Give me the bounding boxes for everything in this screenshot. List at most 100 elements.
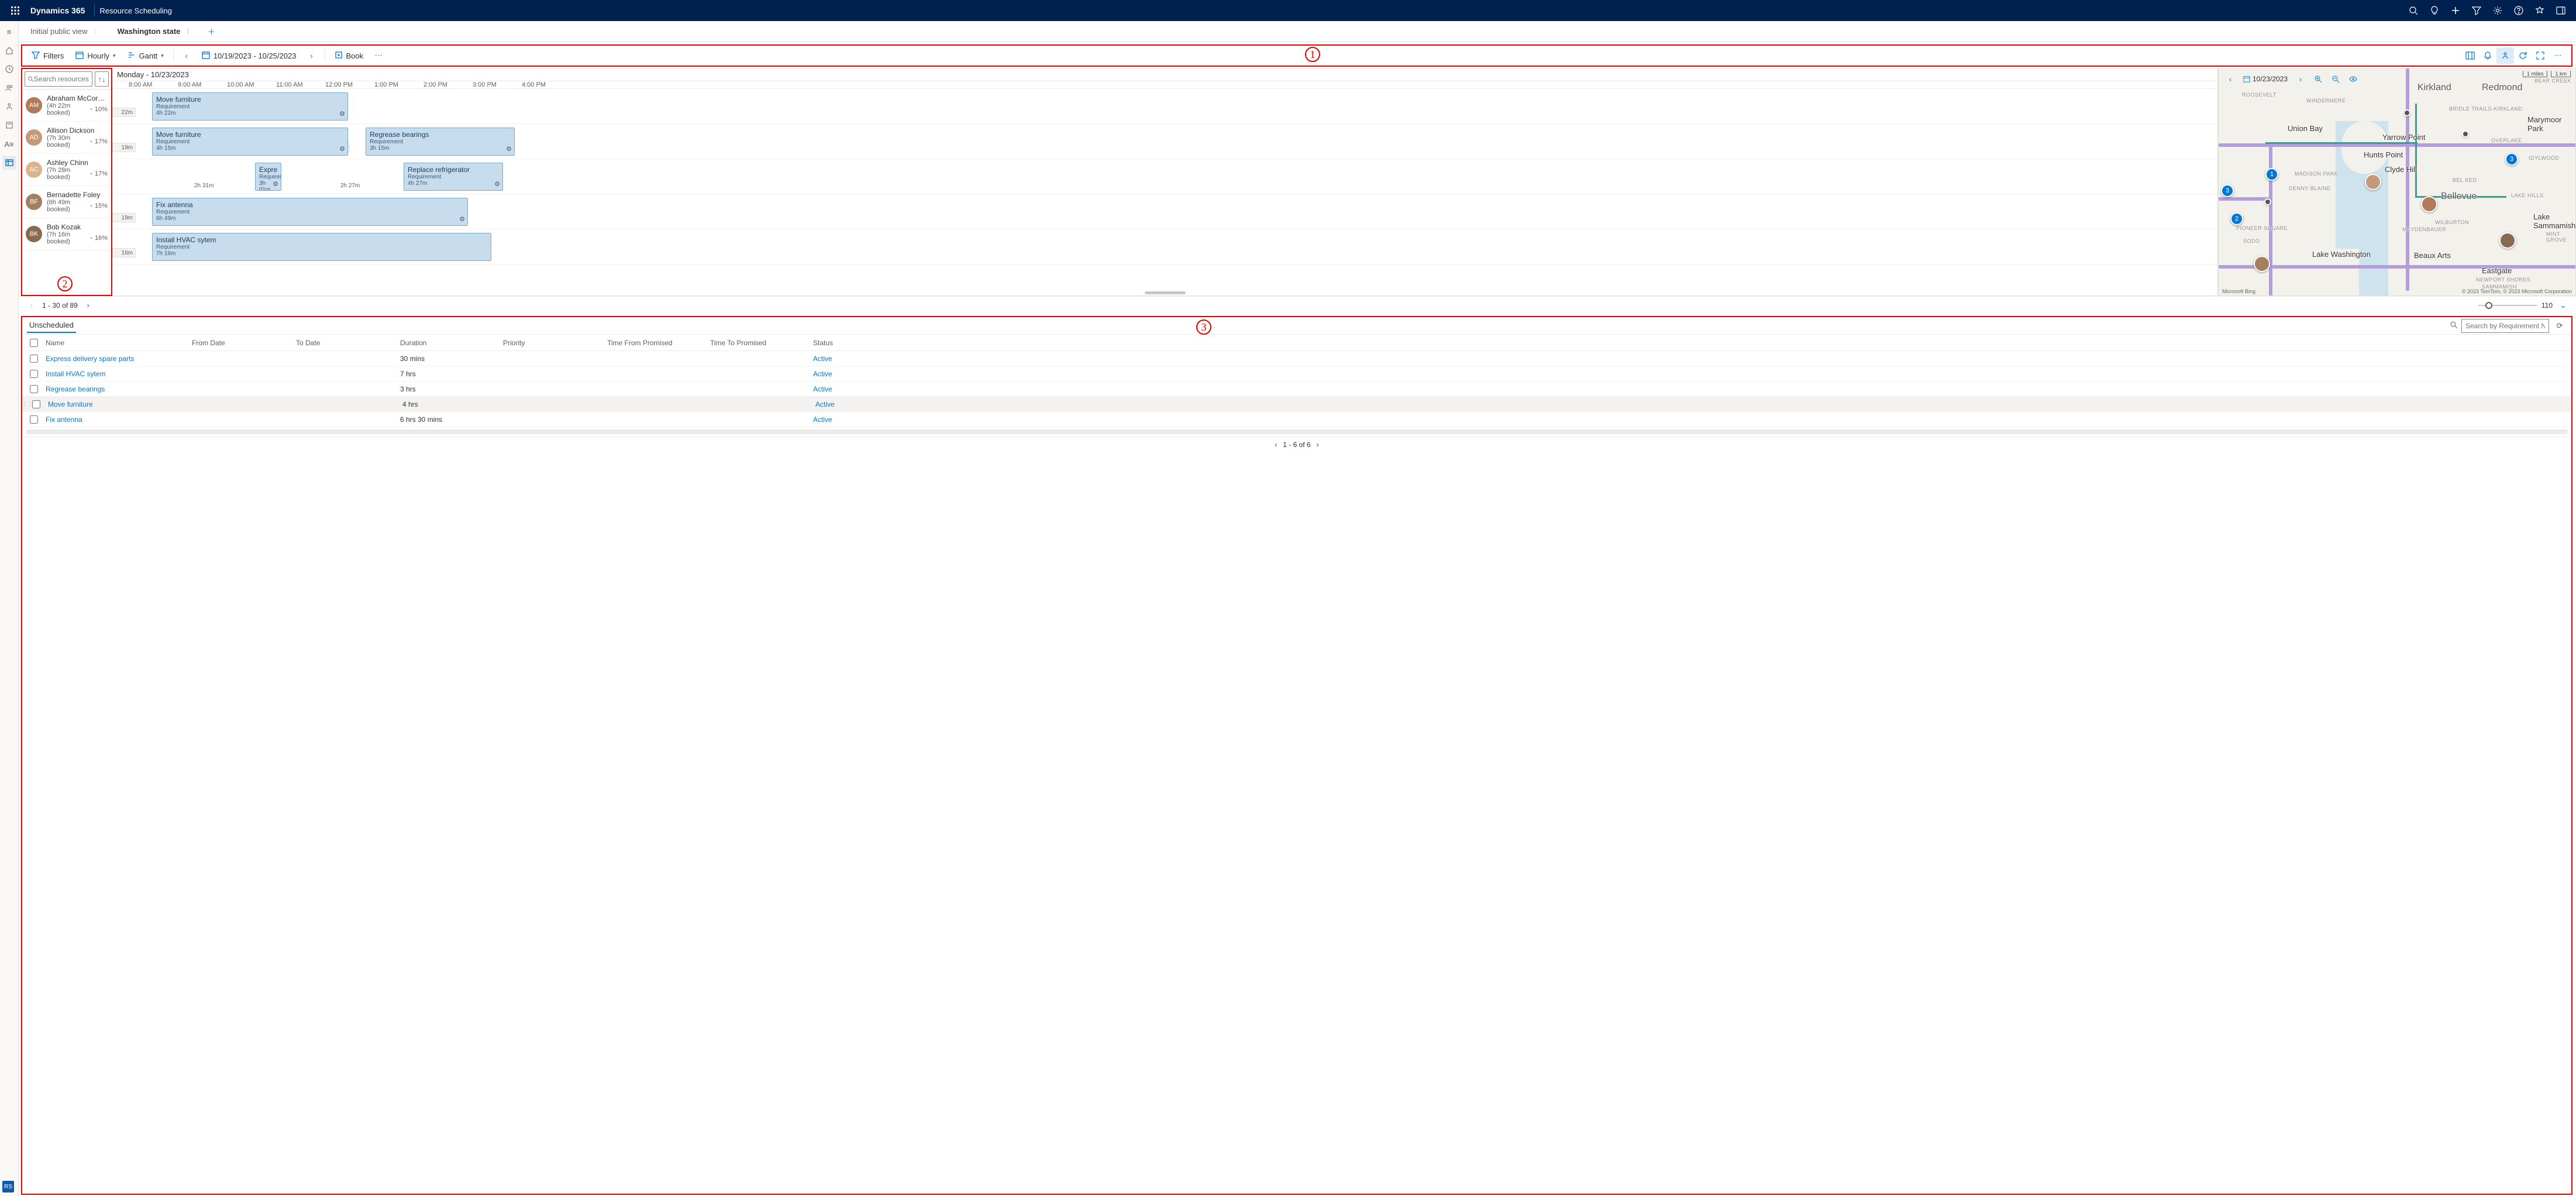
zoom-thumb[interactable]	[2485, 302, 2492, 309]
map-resource-avatar[interactable]	[2421, 196, 2437, 212]
map-toggle-button[interactable]	[2461, 47, 2479, 64]
row-checkbox[interactable]	[26, 355, 42, 363]
cell-status[interactable]: Active	[812, 400, 882, 408]
row-checkbox[interactable]	[26, 415, 42, 424]
map-date-picker[interactable]: 10/23/2023	[2241, 75, 2290, 83]
gantt-scroll-handle[interactable]	[1145, 291, 1186, 294]
booking[interactable]: Regrease bearingsRequirement3h 15m⚙	[366, 128, 515, 156]
resource-item[interactable]: AM Abraham McCormick (4h 22m booked) ◔ 1…	[22, 90, 111, 122]
gantt-dropdown[interactable]: Gantt▾	[123, 47, 168, 64]
pager-prev-button[interactable]: ‹	[26, 301, 37, 310]
more-button[interactable]: ⋯	[370, 47, 387, 64]
zoom-slider[interactable]	[2478, 305, 2537, 306]
requirements-icon[interactable]	[2, 118, 16, 132]
grid-pager-next[interactable]: ›	[1317, 441, 1319, 449]
booking[interactable]: Move furnitureRequirement4h 22m⚙	[152, 92, 348, 121]
next-date-button[interactable]: ›	[304, 47, 320, 64]
people2-icon[interactable]	[2, 99, 16, 114]
search-icon[interactable]	[2403, 0, 2424, 21]
zoom-out-icon[interactable]	[2329, 72, 2343, 86]
menu-icon[interactable]: ≡	[2, 25, 16, 39]
map-resource-avatar[interactable]	[2365, 174, 2381, 190]
app-launcher-icon[interactable]	[5, 6, 26, 15]
map-resource-avatar[interactable]	[2499, 232, 2516, 249]
search-field[interactable]	[34, 75, 89, 83]
gantt-row[interactable]: 2h 31m2h 27mExpressRequirem3h 01m⚙Replac…	[112, 159, 2217, 194]
col-time-to-promised[interactable]: Time To Promised	[707, 339, 810, 347]
col-to-date[interactable]: To Date	[292, 339, 397, 347]
resource-item[interactable]: BK Bob Kozak (7h 16m booked) ◔ 16%	[22, 218, 111, 250]
gear-icon[interactable]	[2487, 0, 2508, 21]
zoom-expand-button[interactable]: ⌄	[2557, 301, 2569, 310]
sort-button[interactable]: ↑↓	[95, 71, 109, 87]
table-row[interactable]: Fix antenna 6 hrs 30 mins Active	[22, 412, 2571, 427]
map-pin[interactable]: 1	[2265, 168, 2278, 181]
view-tab-initial[interactable]: Initial public view⋮	[21, 21, 108, 42]
resource-search-input[interactable]	[25, 71, 92, 87]
horizontal-scrollbar[interactable]	[26, 429, 2568, 434]
map-pin[interactable]: 3	[2505, 153, 2518, 166]
booking[interactable]: Install HVAC sytemRequirement7h 16m	[152, 233, 491, 261]
row-checkbox[interactable]	[26, 370, 42, 378]
tab-unscheduled[interactable]: Unscheduled	[27, 318, 76, 333]
map-pin[interactable]: 2	[2230, 212, 2243, 225]
col-priority[interactable]: Priority	[500, 339, 604, 347]
map-next-button[interactable]: ›	[2293, 72, 2308, 86]
date-range-picker[interactable]: 10/19/2023 - 10/25/2023	[197, 47, 301, 64]
view-tab-washington[interactable]: Washington state⋮	[108, 21, 201, 42]
kebab-icon[interactable]: ⋮	[92, 28, 98, 35]
eye-icon[interactable]	[2346, 72, 2360, 86]
recent-icon[interactable]	[2, 62, 16, 76]
cell-status[interactable]: Active	[810, 370, 880, 378]
col-from-date[interactable]: From Date	[188, 339, 292, 347]
cell-name[interactable]: Regrease bearings	[42, 385, 188, 393]
resource-item[interactable]: AD Allison Dickson (7h 30m booked) ◔ 17%	[22, 122, 111, 154]
cell-name[interactable]: Fix antenna	[42, 415, 188, 424]
gantt-row[interactable]: 19m15mMove furnitureRequirement4h 15m⚙Re…	[112, 124, 2217, 159]
map-prev-button[interactable]: ‹	[2223, 72, 2237, 86]
prev-date-button[interactable]: ‹	[178, 47, 195, 64]
gantt-row[interactable]: 22mMove furnitureRequirement4h 22m⚙	[112, 89, 2217, 124]
cell-status[interactable]: Active	[810, 385, 880, 393]
filters-button[interactable]: Filters	[27, 47, 68, 64]
table-row[interactable]: ⋮⋮ Move furniture 4 hrs Active	[22, 397, 2571, 412]
grid-search-input[interactable]	[2461, 319, 2549, 333]
cell-name[interactable]: Move furniture	[44, 400, 191, 408]
kebab-icon[interactable]: ⋮	[185, 28, 191, 35]
cell-name[interactable]: Express delivery spare parts	[42, 355, 188, 363]
cell-status[interactable]: Active	[810, 355, 880, 363]
col-status[interactable]: Status	[810, 339, 880, 347]
bell-icon[interactable]	[2479, 47, 2496, 64]
map-pin[interactable]: 3	[2221, 184, 2234, 197]
table-row[interactable]: Install HVAC sytem 7 hrs Active	[22, 366, 2571, 382]
expand-icon[interactable]	[2532, 47, 2549, 64]
rs-badge[interactable]: RS	[2, 1181, 14, 1192]
home-icon[interactable]	[2, 43, 16, 57]
more-icon[interactable]: ⋯	[2549, 47, 2567, 64]
pager-next-button[interactable]: ›	[82, 301, 94, 310]
map-resource-avatar[interactable]	[2254, 256, 2270, 272]
filter-icon[interactable]	[2466, 0, 2487, 21]
gantt-row[interactable]: 16mInstall HVAC sytemRequirement7h 16m	[112, 229, 2217, 264]
hourly-dropdown[interactable]: Hourly▾	[71, 47, 120, 64]
booking[interactable]: Move furnitureRequirement4h 15m⚙	[152, 128, 348, 156]
select-all-checkbox[interactable]	[26, 339, 42, 347]
map-panel[interactable]: ‹ 10/23/2023 › 1 miles 1 km KirklandRedm…	[2218, 68, 2576, 296]
book-button[interactable]: Book	[330, 47, 369, 64]
schedule-board-icon[interactable]	[2, 156, 16, 170]
gantt-row[interactable]: 19mFix antennaRequirement6h 49m⚙	[112, 194, 2217, 229]
resource-item[interactable]: AC Ashley Chinn (7h 28m booked) ◔ 17%	[22, 154, 111, 186]
col-time-from-promised[interactable]: Time From Promised	[604, 339, 707, 347]
col-name[interactable]: Name	[42, 339, 188, 347]
zoom-in-icon[interactable]	[2311, 72, 2325, 86]
resource-item[interactable]: BF Bernadette Foley (6h 49m booked) ◔ 15…	[22, 186, 111, 218]
refresh-icon[interactable]	[2514, 47, 2532, 64]
drag-handle-icon[interactable]: ⋮⋮	[22, 401, 28, 407]
help-icon[interactable]	[2508, 0, 2529, 21]
booking[interactable]: ExpressRequirem3h 01m⚙	[255, 163, 281, 191]
row-checkbox[interactable]	[28, 400, 44, 408]
booking[interactable]: Replace refrigeratorRequirement4h 27m⚙	[404, 163, 503, 191]
diag-icon[interactable]	[2529, 0, 2550, 21]
grid-pager-prev[interactable]: ‹	[1275, 441, 1277, 449]
plus-icon[interactable]	[2445, 0, 2466, 21]
